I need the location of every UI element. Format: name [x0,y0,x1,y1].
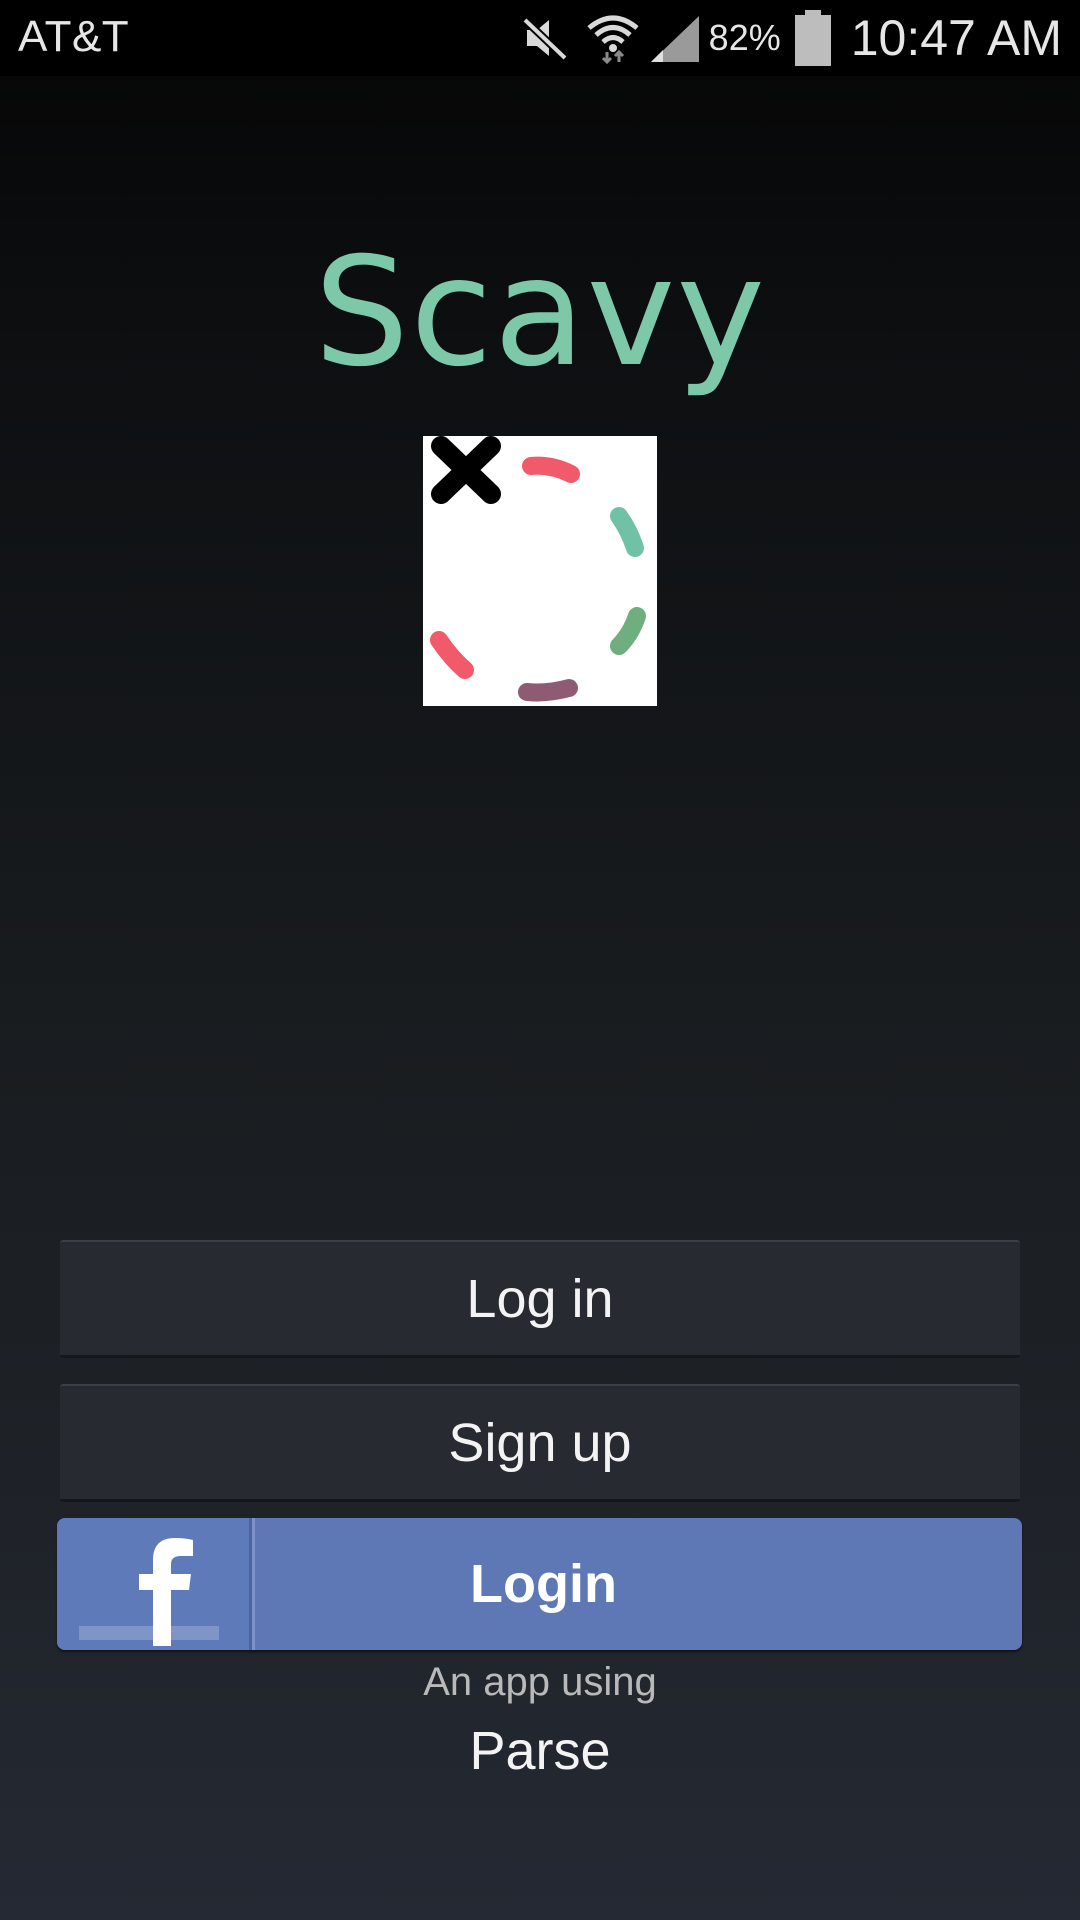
powered-by-text: An app using [423,1660,657,1704]
battery-icon [794,10,831,66]
signal-icon [650,16,699,62]
battery-percent: 82% [708,17,781,58]
facebook-icon [79,1538,219,1646]
login-button[interactable]: Log in [60,1240,1020,1358]
signup-button-label: Sign up [448,1412,632,1473]
clock: 10:47 AM [850,10,1062,66]
signup-button[interactable]: Sign up [60,1384,1020,1502]
app-logo [423,436,657,706]
login-button-label: Log in [466,1268,614,1329]
facebook-icon-area [57,1518,249,1650]
status-bar: AT&T 82% 10:47 AM [0,0,1080,76]
facebook-login-button[interactable]: Login [57,1518,1022,1650]
mute-icon [521,17,568,61]
wifi-icon [587,15,639,64]
app-title: Scavy [313,226,767,400]
status-icons: 82% 10:47 AM [519,6,1062,70]
parse-label: Parse [469,1721,611,1781]
dotted-circle-x-logo-icon [430,436,646,702]
facebook-login-label: Login [470,1554,617,1614]
carrier-label: AT&T [18,12,130,61]
